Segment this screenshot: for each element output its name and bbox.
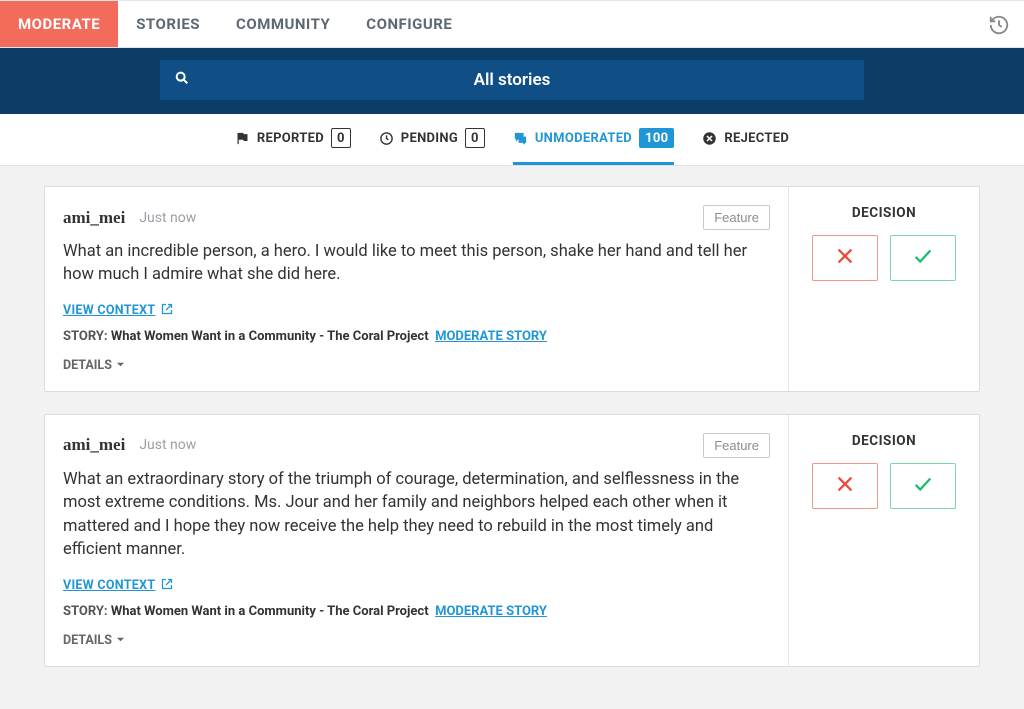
comment-main: ami_mei Just now Feature What an incredi… bbox=[45, 187, 789, 391]
check-icon bbox=[912, 473, 934, 499]
x-icon bbox=[834, 473, 856, 499]
story-selector-label: All stories bbox=[174, 70, 850, 90]
comment-main: ami_mei Just now Feature What an extraor… bbox=[45, 415, 789, 666]
comment-body: What an incredible person, a hero. I wou… bbox=[63, 240, 770, 287]
flag-icon bbox=[235, 131, 250, 146]
comment-body: What an extraordinary story of the trium… bbox=[63, 468, 770, 562]
comment-card: ami_mei Just now Feature What an extraor… bbox=[44, 414, 980, 667]
decision-label: DECISION bbox=[852, 433, 916, 449]
cancel-icon bbox=[702, 131, 717, 146]
details-label: DETAILS bbox=[63, 358, 112, 373]
caret-down-icon bbox=[116, 633, 125, 648]
comment-icon bbox=[513, 131, 528, 146]
decision-panel: DECISION bbox=[789, 415, 979, 666]
tab-reported[interactable]: REPORTED 0 bbox=[235, 114, 351, 165]
feature-button[interactable]: Feature bbox=[703, 433, 770, 458]
comment-timestamp: Just now bbox=[139, 210, 196, 226]
moderate-story-link[interactable]: MODERATE STORY bbox=[435, 329, 547, 344]
queue-content: ami_mei Just now Feature What an incredi… bbox=[0, 166, 1024, 709]
caret-down-icon bbox=[116, 358, 125, 373]
nav-stories[interactable]: STORIES bbox=[118, 1, 218, 47]
story-line: STORY: What Women Want in a Community - … bbox=[63, 604, 770, 619]
tab-pending[interactable]: PENDING 0 bbox=[379, 114, 485, 165]
tab-label: UNMODERATED bbox=[535, 131, 632, 146]
external-link-icon bbox=[161, 578, 173, 594]
story-title: What Women Want in a Community - The Cor… bbox=[111, 329, 429, 344]
search-band: All stories bbox=[0, 48, 1024, 114]
nav-configure[interactable]: CONFIGURE bbox=[348, 1, 470, 47]
approve-button[interactable] bbox=[890, 235, 956, 281]
details-toggle[interactable]: DETAILS bbox=[63, 358, 125, 373]
view-context-link[interactable]: VIEW CONTEXT bbox=[63, 303, 155, 318]
comment-username[interactable]: ami_mei bbox=[63, 208, 125, 228]
story-line: STORY: What Women Want in a Community - … bbox=[63, 329, 770, 344]
comment-username[interactable]: ami_mei bbox=[63, 435, 125, 455]
moderation-tabs: REPORTED 0 PENDING 0 UNMODERATED 100 REJ… bbox=[0, 114, 1024, 166]
tab-count: 0 bbox=[331, 128, 351, 148]
nav-community[interactable]: COMMUNITY bbox=[218, 1, 348, 47]
comment-timestamp: Just now bbox=[139, 437, 196, 453]
details-label: DETAILS bbox=[63, 633, 112, 648]
history-icon[interactable] bbox=[988, 1, 1010, 49]
tab-rejected[interactable]: REJECTED bbox=[702, 114, 789, 165]
tab-label: REJECTED bbox=[724, 131, 789, 146]
reject-button[interactable] bbox=[812, 463, 878, 509]
decision-label: DECISION bbox=[852, 205, 916, 221]
comment-card: ami_mei Just now Feature What an incredi… bbox=[44, 186, 980, 392]
nav-moderate[interactable]: MODERATE bbox=[0, 1, 118, 47]
decision-panel: DECISION bbox=[789, 187, 979, 391]
tab-unmoderated[interactable]: UNMODERATED 100 bbox=[513, 114, 675, 165]
tab-label: PENDING bbox=[401, 131, 458, 146]
view-context-link[interactable]: VIEW CONTEXT bbox=[63, 578, 155, 593]
x-icon bbox=[834, 245, 856, 271]
story-label: STORY bbox=[63, 604, 104, 619]
clock-icon bbox=[379, 131, 394, 146]
details-toggle[interactable]: DETAILS bbox=[63, 633, 125, 648]
tab-count: 100 bbox=[639, 128, 674, 148]
reject-button[interactable] bbox=[812, 235, 878, 281]
tab-label: REPORTED bbox=[257, 131, 324, 146]
check-icon bbox=[912, 245, 934, 271]
story-title: What Women Want in a Community - The Cor… bbox=[111, 604, 429, 619]
moderate-story-link[interactable]: MODERATE STORY bbox=[435, 604, 547, 619]
top-nav: MODERATE STORIES COMMUNITY CONFIGURE bbox=[0, 0, 1024, 48]
search-icon bbox=[174, 70, 190, 91]
story-label: STORY bbox=[63, 329, 104, 344]
feature-button[interactable]: Feature bbox=[703, 205, 770, 230]
external-link-icon bbox=[161, 303, 173, 319]
tab-count: 0 bbox=[465, 128, 485, 148]
story-selector[interactable]: All stories bbox=[160, 60, 864, 100]
approve-button[interactable] bbox=[890, 463, 956, 509]
